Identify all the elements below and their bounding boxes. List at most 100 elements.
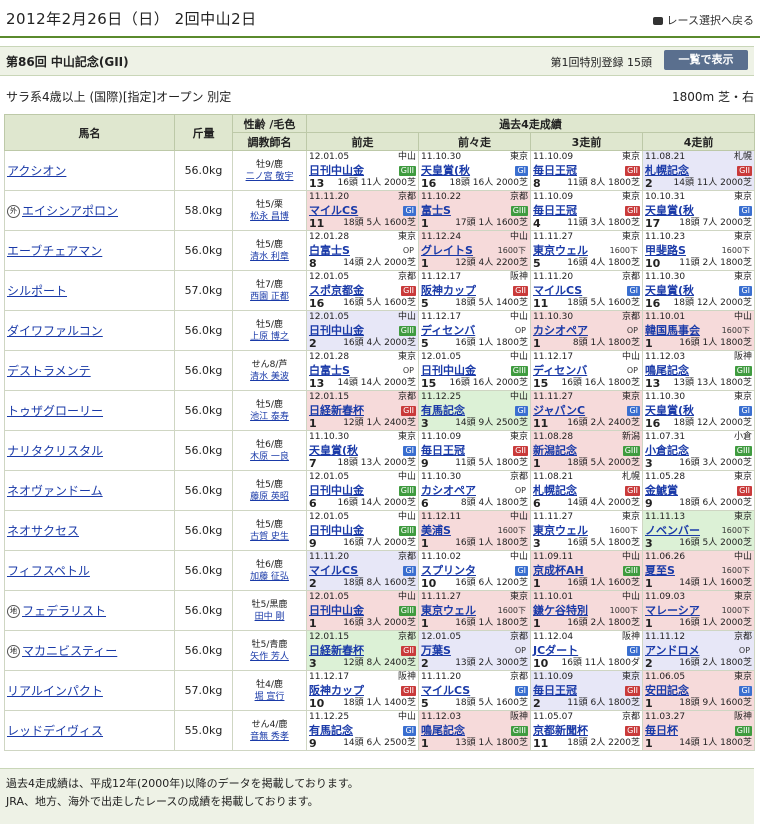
horse-name-link[interactable]: シルポート xyxy=(5,284,67,298)
race-name-link[interactable]: 新潟記念 xyxy=(533,443,577,458)
race-name-link[interactable]: スポ京都金 xyxy=(309,283,364,298)
race-name-link[interactable]: アンドロメ xyxy=(645,643,700,658)
trainer-link[interactable]: 上原 博之 xyxy=(233,331,306,343)
race-date: 11.12.03 xyxy=(421,712,462,722)
horse-name-link[interactable]: ネオヴァンドーム xyxy=(5,484,103,498)
horse-name-link[interactable]: リアルインパクト xyxy=(5,684,103,698)
grade-badge: GI xyxy=(403,565,416,576)
race-name-link[interactable]: 日刊中山金 xyxy=(309,523,364,538)
race-name-link[interactable]: 毎日王冠 xyxy=(533,683,577,698)
race-name-link[interactable]: 万葉S xyxy=(421,643,451,658)
race-name-link[interactable]: 鎌ケ谷特別 xyxy=(533,603,588,618)
finish-position: 4 xyxy=(533,217,541,230)
race-name-link[interactable]: 毎日王冠 xyxy=(421,443,465,458)
horse-name-link[interactable]: エイシンアポロン xyxy=(20,204,118,218)
race-name-link[interactable]: マイルCS xyxy=(309,563,358,578)
horse-name-link[interactable]: エーブチェアマン xyxy=(5,244,102,258)
race-name-link[interactable]: 鳴尾記念 xyxy=(645,363,689,378)
race-name-link[interactable]: マイルCS xyxy=(309,203,358,218)
race-name-link[interactable]: 夏至S xyxy=(645,563,675,578)
horse-name-link[interactable]: フェデラリスト xyxy=(20,604,106,618)
horse-name-link[interactable]: レッドデイヴィス xyxy=(5,724,103,738)
race-name-link[interactable]: 札幌記念 xyxy=(533,483,577,498)
race-name-link[interactable]: 阪神カップ xyxy=(421,283,476,298)
trainer-link[interactable]: 田中 剛 xyxy=(233,611,306,623)
race-name-link[interactable]: カシオペア xyxy=(421,483,476,498)
race-name-link[interactable]: ディセンバ xyxy=(421,323,475,338)
race-name-link[interactable]: 有馬記念 xyxy=(421,403,465,418)
race-name-link[interactable]: 東京ウェル xyxy=(533,243,588,258)
race-name-link[interactable]: 天皇賞(秋 xyxy=(309,443,358,458)
trainer-link[interactable]: 清水 利章 xyxy=(233,251,306,263)
trainer-link[interactable]: 二ノ宮 敬宇 xyxy=(233,171,306,183)
trainer-link[interactable]: 木原 一良 xyxy=(233,451,306,463)
race-name-link[interactable]: 有馬記念 xyxy=(309,723,353,738)
back-to-race-select-link[interactable]: レース選択へ戻る xyxy=(652,12,754,28)
race-name-link[interactable]: ディセンバ xyxy=(533,363,587,378)
race-name-link[interactable]: カシオペア xyxy=(533,323,588,338)
horse-name-link[interactable]: ナリタクリスタル xyxy=(5,444,103,458)
race-name-link[interactable]: 天皇賞(秋 xyxy=(645,203,694,218)
horse-name-link[interactable]: アクシオン xyxy=(5,164,66,178)
race-name-link[interactable]: スプリンタ xyxy=(421,563,476,578)
horse-name-link[interactable]: デストラメンテ xyxy=(5,364,91,378)
trainer-link[interactable]: 音無 秀孝 xyxy=(233,731,306,743)
trainer-link[interactable]: 堀 宣行 xyxy=(233,691,306,703)
horse-name-link[interactable]: フィフスペトル xyxy=(5,564,90,578)
race-name-link[interactable]: 金鯱賞 xyxy=(645,483,678,498)
race-name-link[interactable]: マレーシア xyxy=(645,603,700,618)
race-name-link[interactable]: 日経新春杯 xyxy=(309,643,364,658)
race-name-link[interactable]: 小倉記念 xyxy=(645,443,689,458)
race-name-link[interactable]: 阪神カップ xyxy=(309,683,364,698)
race-name-link[interactable]: 京成杯AH xyxy=(533,563,584,578)
race-name-link[interactable]: 日刊中山金 xyxy=(309,483,364,498)
race-name-link[interactable]: 日刊中山金 xyxy=(309,603,364,618)
race-name-link[interactable]: 美浦S xyxy=(421,523,451,538)
race-name-link[interactable]: ジャパンC xyxy=(533,403,585,418)
horse-name-link[interactable]: マカニビスティー xyxy=(20,644,117,658)
horse-name-link[interactable]: トゥザグローリー xyxy=(5,404,103,418)
race-name-link[interactable]: 白富士S xyxy=(309,363,350,378)
horse-name-link[interactable]: ダイワファルコン xyxy=(5,324,103,338)
race-name-link[interactable]: マイルCS xyxy=(421,683,470,698)
horse-name-link[interactable]: ネオサクセス xyxy=(5,524,79,538)
list-view-button[interactable]: 一覧で表示 xyxy=(664,50,748,70)
race-name-link[interactable]: 日刊中山金 xyxy=(421,363,476,378)
race-name-link[interactable]: 日経新春杯 xyxy=(309,403,364,418)
race-name-link[interactable]: JCダート xyxy=(533,643,578,658)
race-name-link[interactable]: 甲斐路S xyxy=(645,243,686,258)
race-name-link[interactable]: 天皇賞(秋 xyxy=(421,163,470,178)
race-name-link[interactable]: 白富士S xyxy=(309,243,350,258)
race-name-link[interactable]: グレイトS xyxy=(421,243,473,258)
trainer-link[interactable]: 清水 美波 xyxy=(233,371,306,383)
race-name-link[interactable]: 札幌記念 xyxy=(645,163,689,178)
race-name-link[interactable]: 富士S xyxy=(421,203,451,218)
trainer-link[interactable]: 加藤 征弘 xyxy=(233,571,306,583)
grade-badge: OP xyxy=(626,365,638,375)
race-name-link[interactable]: 毎日王冠 xyxy=(533,163,577,178)
race-name-link[interactable]: 天皇賞(秋 xyxy=(645,283,694,298)
race-name-link[interactable]: 毎日杯 xyxy=(645,723,678,738)
grade-badge: OP xyxy=(514,485,526,495)
race-name-link[interactable]: 天皇賞(秋 xyxy=(645,403,694,418)
race-name-link[interactable]: 韓国馬事会 xyxy=(645,323,700,338)
field-popularity-distance: 16頭 4人 1800芝 xyxy=(567,258,640,268)
trainer-link[interactable]: 西園 正都 xyxy=(233,291,306,303)
trainer-link[interactable]: 松永 昌博 xyxy=(233,211,306,223)
grade-badge: GIII xyxy=(622,445,640,456)
race-name-link[interactable]: 毎日王冠 xyxy=(533,203,577,218)
trainer-link[interactable]: 矢作 芳人 xyxy=(233,651,306,663)
race-name-link[interactable]: 日刊中山金 xyxy=(309,323,364,338)
race-name-link[interactable]: ノベンバー xyxy=(645,523,700,538)
race-name-link[interactable]: マイルCS xyxy=(533,283,582,298)
race-name-link[interactable]: 京都新聞杯 xyxy=(533,723,588,738)
trainer-link[interactable]: 古賀 史生 xyxy=(233,531,306,543)
race-name-link[interactable]: 東京ウェル xyxy=(421,603,476,618)
race-name-link[interactable]: 東京ウェル xyxy=(533,523,588,538)
trainer-link[interactable]: 池江 泰寿 xyxy=(233,411,306,423)
horse-name-cell: 地マカニビスティー xyxy=(4,630,175,671)
race-name-link[interactable]: 日刊中山金 xyxy=(309,163,364,178)
race-name-link[interactable]: 安田記念 xyxy=(645,683,689,698)
trainer-link[interactable]: 藤原 英昭 xyxy=(233,491,306,503)
race-name-link[interactable]: 鳴尾記念 xyxy=(421,723,465,738)
